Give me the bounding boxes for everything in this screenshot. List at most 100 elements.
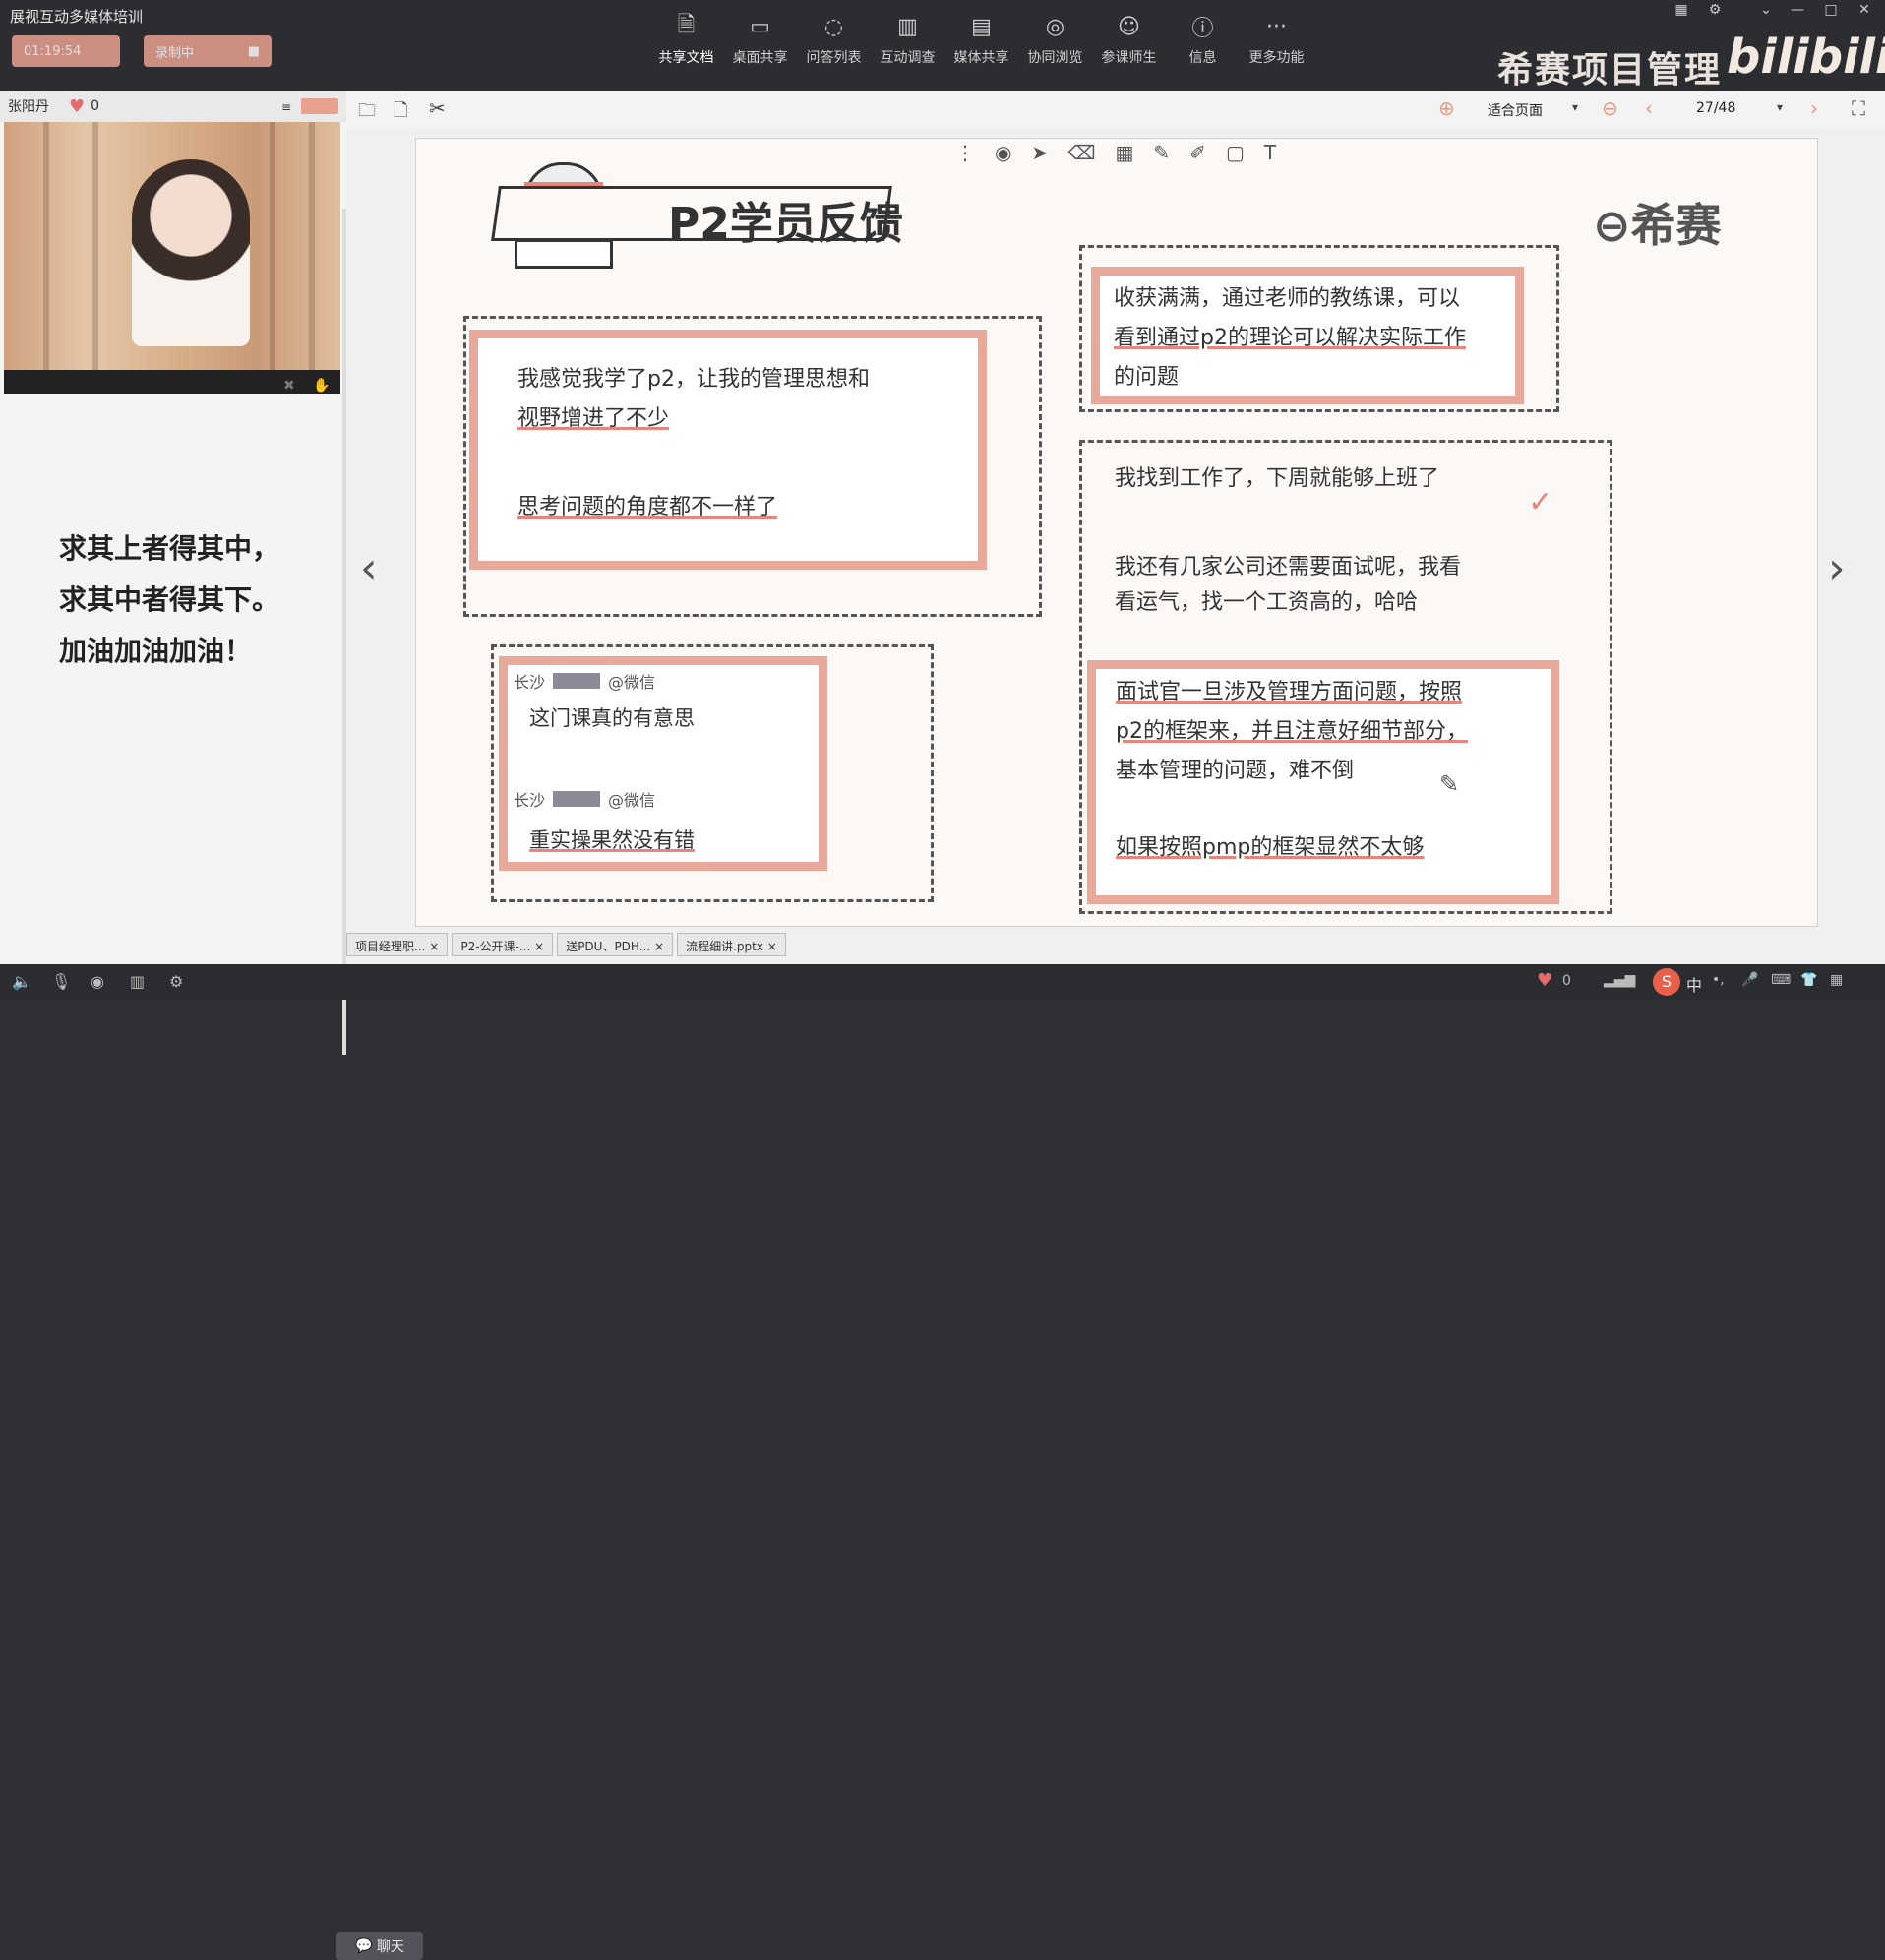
file-tabs: 项目经理职... × P2-公开课-... × 送PDU、PDH... × 流程… (346, 933, 786, 960)
file-tab[interactable]: 送PDU、PDH... × (557, 933, 674, 956)
minimize-icon[interactable]: — (1783, 2, 1812, 18)
text-tool-icon[interactable]: T (1264, 141, 1276, 164)
chevron-down-icon[interactable]: ▾ (1572, 100, 1578, 114)
people-icon: ☺ (1118, 14, 1140, 39)
ime-mode[interactable]: 中 (1686, 972, 1702, 996)
file-tab[interactable]: P2-公开课-... × (452, 933, 554, 956)
record-button[interactable]: 录制中 ■ (144, 35, 272, 67)
heart-icon[interactable]: ♥ (1537, 970, 1552, 991)
fit-page-select[interactable]: 适合页面 (1488, 100, 1543, 120)
next-page-icon[interactable]: › (1810, 96, 1818, 120)
timer-label: 01:19:54 (24, 43, 82, 59)
folder-icon[interactable]: 🗀 (358, 98, 376, 128)
toolbar-survey[interactable]: ▥ 互动调查 (871, 14, 944, 67)
cursor-icon[interactable]: ➤ (1031, 141, 1048, 164)
close-icon[interactable]: ✕ (1850, 2, 1879, 18)
chat-icon: 💬 (355, 1938, 373, 1954)
desktop-share-icon: ▭ (750, 14, 770, 39)
timer-button[interactable]: 01:19:54 (12, 35, 120, 67)
toolbar-media[interactable]: ▤ 媒体共享 (944, 14, 1018, 67)
stats-icon[interactable]: ▥ (130, 972, 145, 991)
viewer-toolbar: 🗀 🗋 ✂ ⊕ 适合页面 ▾ ⊖ ‹ 27/48 ▾ › ⛶ (346, 91, 1885, 128)
drag-handle-icon[interactable]: ⋮ (955, 141, 975, 164)
feedback-4-tail: 如果按照pmp的框架显然不太够 (1116, 835, 1425, 860)
stop-icon: ■ (247, 43, 260, 59)
zoom-in-icon[interactable]: ⊕ (1438, 96, 1455, 120)
file-tab[interactable]: 项目经理职... × (346, 933, 449, 956)
chat-button[interactable]: 💬 聊天 (336, 1932, 423, 1960)
file-tab-label: 项目经理职... (355, 940, 426, 953)
slide-title: P2学员反馈 (668, 199, 903, 249)
bilibili-logo: bilibili (1727, 30, 1885, 85)
microphone-icon[interactable]: 🎙 (51, 972, 71, 991)
slide-page: ⋮ ◉ ➤ ⌫ ▦ ✎ ✐ ▢ T P2学员反馈 ⊖希赛 我感觉我学了p2，让我… (415, 138, 1818, 927)
wechat-header-1: 长沙 @微信 (514, 669, 655, 693)
wechat-message-1: 这门课真的有意思 (529, 706, 695, 730)
qa-icon: ◌ (823, 14, 844, 39)
file-tab-label: 流程细讲.pptx (686, 940, 763, 953)
toolbar-desktop-share[interactable]: ▭ 桌面共享 (723, 14, 797, 67)
hand-icon[interactable]: ✋ (313, 378, 330, 394)
camera-icon[interactable]: ◉ (91, 972, 104, 991)
fullscreen-icon[interactable]: ⛶ (1852, 96, 1865, 120)
rectangle-icon[interactable]: ▢ (1226, 141, 1245, 164)
file-icon[interactable]: 🗋 (394, 98, 407, 128)
page-indicator[interactable]: 27/48 (1696, 100, 1735, 116)
heart-icon[interactable]: ♥ (69, 96, 85, 117)
toolbar-label: 问答列表 (806, 50, 862, 66)
keyboard-icon[interactable]: ⌨ (1771, 972, 1791, 988)
wechat-city: 长沙 (514, 673, 546, 692)
teacher-avatar (132, 159, 250, 346)
toolbar-share-doc[interactable]: 🗎 共享文档 (649, 13, 723, 67)
file-tab-label: P2-公开课-... (460, 940, 531, 953)
brand-watermark: 希赛项目管理 (1497, 50, 1723, 91)
gear-icon[interactable]: ⚙ (1700, 2, 1730, 18)
prev-page-icon[interactable]: ‹ (1645, 96, 1653, 120)
user-header: 张阳丹 ♥ 0 ≡ (0, 91, 346, 122)
settings-window-icon[interactable]: ▦ (1667, 2, 1696, 18)
toolbar-info[interactable]: ⓘ 信息 (1166, 14, 1240, 67)
redacted-name (553, 791, 601, 807)
toolbar-browse[interactable]: ◎ 协同浏览 (1018, 14, 1092, 67)
slide-next-arrow[interactable]: › (1828, 543, 1846, 593)
zoom-out-icon[interactable]: ⊖ (1602, 96, 1618, 120)
more-icon: ··· (1266, 14, 1287, 39)
eraser-icon[interactable]: ⌫ (1067, 141, 1095, 164)
wechat-tag: @微信 (608, 673, 656, 692)
highlighter-icon[interactable]: ✐ (1189, 141, 1206, 164)
page-dropdown-icon[interactable]: ▾ (1777, 100, 1783, 114)
scissors-icon[interactable]: ✂ (429, 96, 446, 120)
toolbar-more[interactable]: ··· 更多功能 (1240, 14, 1313, 67)
toolbar-label: 互动调查 (880, 50, 936, 66)
logo-mark-icon: ⊖ (1593, 199, 1631, 252)
speaker-icon[interactable]: 🔈 (12, 972, 31, 991)
wechat-tag: @微信 (608, 791, 656, 810)
motto-line: 求其上者得其中， (59, 532, 280, 565)
feedback-1-tail: 思考问题的角度都不一样了 (517, 495, 778, 520)
signal-icon: ▂▄▆ (1604, 972, 1636, 988)
toolbar-people[interactable]: ☺ 参课师生 (1092, 14, 1166, 67)
clear-icon[interactable]: ▦ (1116, 141, 1134, 164)
sogou-ime-icon[interactable]: S (1653, 968, 1680, 996)
laser-pointer-icon[interactable]: ◉ (995, 141, 1011, 164)
bottom-bar: 🔈 🎙 ◉ ▥ ⚙ 💬 聊天 ♥ 0 ▂▄▆ S 中 •, 🎤 ⌨ 👕 ▦ (0, 964, 1885, 1960)
top-bar: 展视互动多媒体培训 01:19:54 录制中 ■ 🗎 共享文档 ▭ 桌面共享 ◌… (0, 0, 1885, 91)
shirt-icon[interactable]: 👕 (1800, 972, 1817, 988)
redacted-name (553, 673, 601, 689)
motto-text: 求其上者得其中， 求其中者得其下。 加油加油加油！ (59, 523, 279, 677)
toolbar-label: 媒体共享 (953, 50, 1009, 66)
punctuation-icon[interactable]: •, (1712, 972, 1725, 988)
pen-icon[interactable]: ✎ (1153, 141, 1170, 164)
feedback-2-line-2: 看到通过p2的理论可以解决实际工作 (1114, 326, 1466, 350)
file-tab[interactable]: 流程细讲.pptx × (677, 933, 786, 956)
collapse-icon[interactable]: ⌄ (1751, 2, 1781, 18)
grid-icon[interactable]: ▦ (1830, 972, 1843, 988)
maximize-icon[interactable]: □ (1816, 2, 1846, 18)
voice-icon[interactable]: 🎤 (1741, 972, 1758, 988)
slide-prev-arrow[interactable]: ‹ (360, 543, 378, 593)
mute-video-icon[interactable]: ✖ (283, 378, 295, 394)
toolbar-qa[interactable]: ◌ 问答列表 (797, 14, 871, 67)
list-icon[interactable]: ≡ (281, 100, 291, 114)
gear-icon[interactable]: ⚙ (169, 972, 183, 991)
doc-share-icon: 🗎 (677, 13, 696, 37)
